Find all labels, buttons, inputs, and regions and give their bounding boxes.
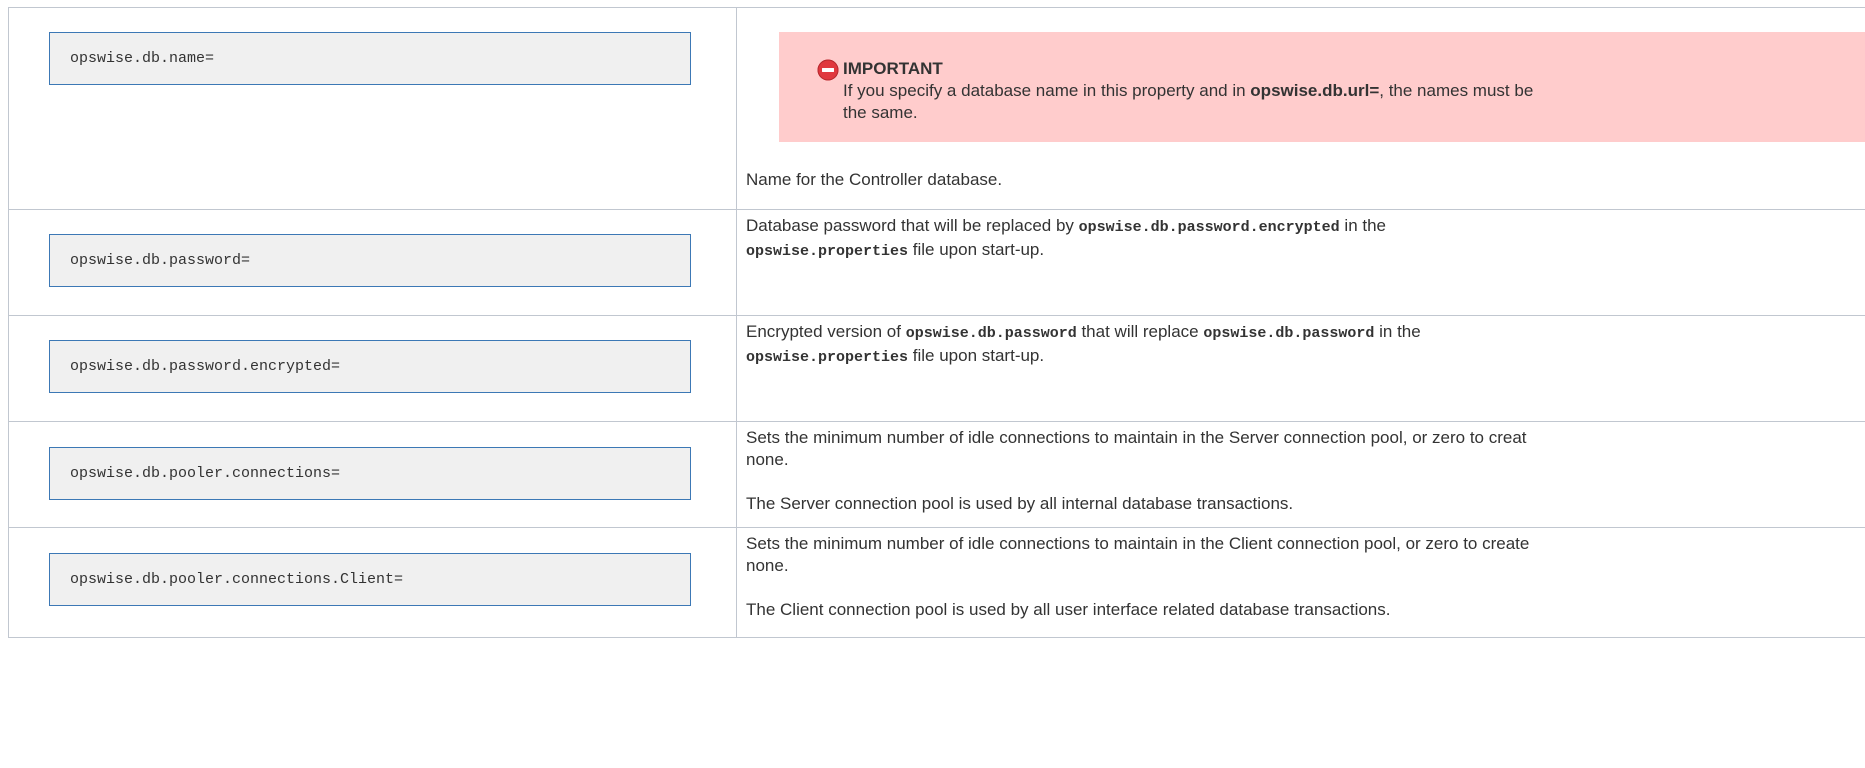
property-description-cell: Database password that will be replaced … bbox=[737, 210, 1865, 316]
property-description-cell: Sets the minimum number of idle connecti… bbox=[737, 422, 1865, 528]
property-key-cell: opswise.db.pooler.connections.Client= bbox=[9, 528, 737, 638]
property-description-cell: Sets the minimum number of idle connecti… bbox=[737, 528, 1865, 638]
alert-title: IMPORTANT bbox=[843, 58, 1865, 80]
property-key: opswise.db.pooler.connections= bbox=[70, 465, 340, 482]
table-row: opswise.db.password= Database password t… bbox=[9, 210, 1865, 316]
property-description: Encrypted version of opswise.db.password… bbox=[737, 321, 1865, 369]
property-description: Name for the Controller database. bbox=[737, 169, 1865, 191]
property-description: Sets the minimum number of idle connecti… bbox=[737, 533, 1865, 621]
property-description-cell: IMPORTANT If you specify a database name… bbox=[737, 8, 1865, 210]
property-key: opswise.db.password.encrypted= bbox=[70, 358, 340, 375]
table-row: opswise.db.name= IMPORTANT If you specif… bbox=[9, 8, 1865, 210]
properties-table: opswise.db.name= IMPORTANT If you specif… bbox=[8, 7, 1865, 638]
property-key: opswise.db.password= bbox=[70, 252, 250, 269]
property-key-cell: opswise.db.password.encrypted= bbox=[9, 316, 737, 422]
code-block[interactable]: opswise.db.name= bbox=[49, 32, 691, 85]
property-key: opswise.db.pooler.connections.Client= bbox=[70, 571, 403, 588]
forbidden-icon bbox=[817, 59, 839, 81]
property-description: Sets the minimum number of idle connecti… bbox=[737, 427, 1865, 515]
property-key-cell: opswise.db.pooler.connections= bbox=[9, 422, 737, 528]
property-description: Database password that will be replaced … bbox=[737, 215, 1865, 263]
code-block[interactable]: opswise.db.password= bbox=[49, 234, 691, 287]
code-block[interactable]: opswise.db.password.encrypted= bbox=[49, 340, 691, 393]
code-block[interactable]: opswise.db.pooler.connections= bbox=[49, 447, 691, 500]
alert-text: If you specify a database name in this p… bbox=[843, 80, 1865, 102]
table-row: opswise.db.pooler.connections.Client= Se… bbox=[9, 528, 1865, 638]
property-description-cell: Encrypted version of opswise.db.password… bbox=[737, 316, 1865, 422]
property-key-cell: opswise.db.password= bbox=[9, 210, 737, 316]
important-alert: IMPORTANT If you specify a database name… bbox=[779, 32, 1865, 142]
table-row: opswise.db.password.encrypted= Encrypted… bbox=[9, 316, 1865, 422]
property-key-cell: opswise.db.name= bbox=[9, 8, 737, 210]
table-row: opswise.db.pooler.connections= Sets the … bbox=[9, 422, 1865, 528]
alert-text-line2: the same. bbox=[843, 102, 1865, 124]
code-block[interactable]: opswise.db.pooler.connections.Client= bbox=[49, 553, 691, 606]
property-key: opswise.db.name= bbox=[70, 50, 214, 67]
